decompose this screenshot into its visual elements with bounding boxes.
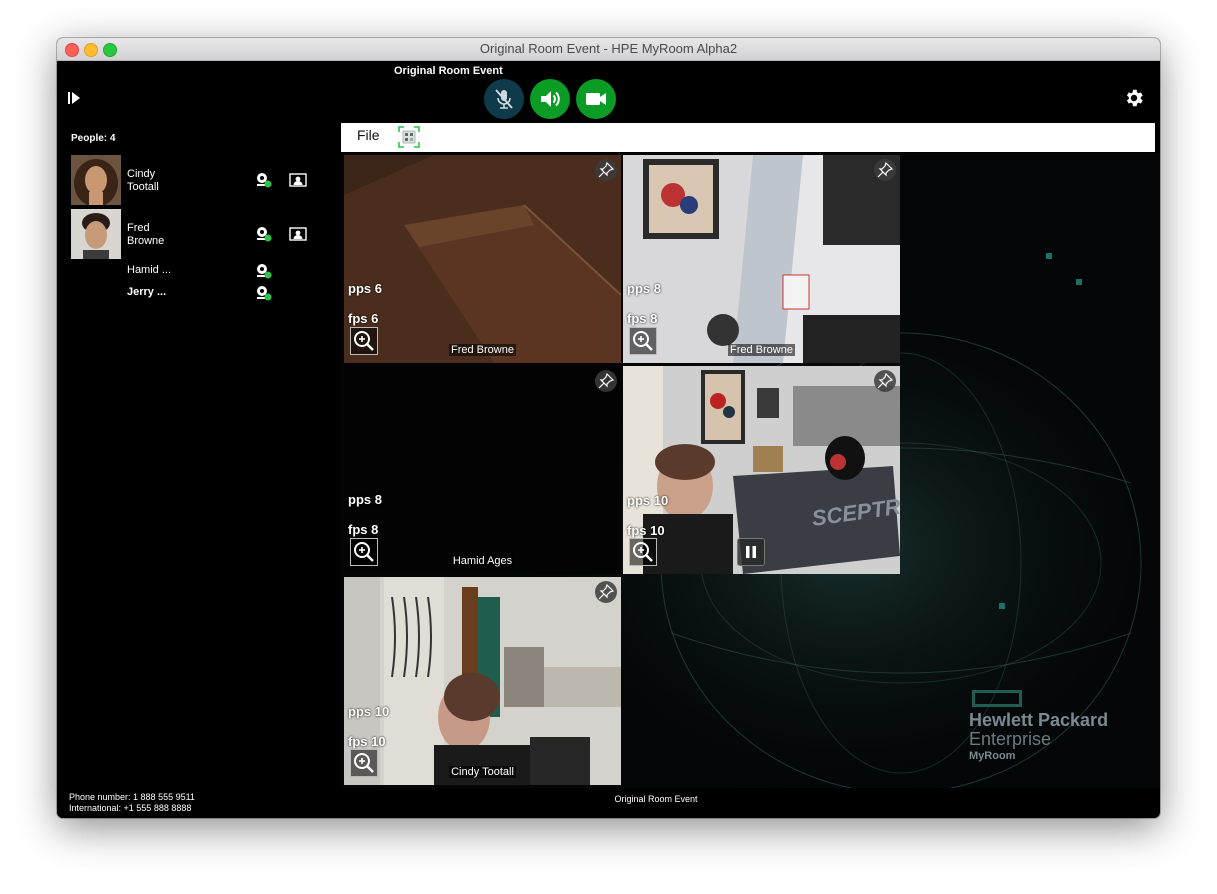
video-feed	[344, 155, 621, 363]
camera-toggle-button[interactable]	[576, 79, 616, 119]
fps-stat: fps 6	[348, 311, 379, 326]
app-window: Original Room Event - HPE MyRoom Alpha2 …	[57, 38, 1160, 818]
pin-button[interactable]	[595, 370, 617, 392]
contact-card-icon[interactable]	[289, 227, 307, 241]
microphone-toggle-button[interactable]	[484, 79, 524, 119]
tile-name-label: Hamid Ages	[450, 555, 515, 567]
microphone-muted-icon	[495, 89, 513, 109]
video-feed	[344, 577, 621, 785]
menu-bar: File	[341, 123, 1155, 152]
title-bar: Original Room Event - HPE MyRoom Alpha2	[57, 38, 1160, 61]
dial-in-info: Phone number: 1 888 555 9511 Internation…	[69, 792, 195, 814]
participant-name: Jerry ...	[127, 286, 167, 298]
pps-stat: pps 8	[348, 492, 382, 507]
video-tile[interactable]: pps 8 fps 8 Hamid Ages	[344, 366, 621, 574]
pin-icon	[598, 372, 615, 389]
expand-sidebar-icon[interactable]	[66, 90, 82, 106]
file-menu[interactable]: File	[357, 127, 380, 143]
webcam-icon[interactable]	[255, 226, 273, 242]
pin-button[interactable]	[595, 159, 617, 181]
zoom-in-button[interactable]	[629, 538, 657, 566]
pin-button[interactable]	[874, 370, 896, 392]
tile-name-label: Cindy Tootall	[449, 766, 516, 778]
fps-stat: fps 8	[627, 311, 658, 326]
pin-icon	[877, 372, 894, 389]
video-tile[interactable]: pps 8 fps 8 Fred Browne	[623, 155, 900, 363]
video-feed	[623, 155, 900, 363]
scan-qr-icon[interactable]	[397, 125, 421, 149]
pin-icon	[877, 161, 894, 178]
hpe-element-icon	[972, 690, 1022, 707]
international-number: International: +1 555 888 8888	[69, 803, 192, 813]
webcam-icon[interactable]	[255, 285, 273, 301]
phone-number: Phone number: 1 888 555 9511	[69, 792, 195, 802]
avatar	[71, 155, 121, 205]
speaker-toggle-button[interactable]	[530, 79, 570, 119]
video-feed	[344, 366, 621, 574]
video-tile[interactable]: pps 6 fps 6 Fred Browne	[344, 155, 621, 363]
pin-icon	[598, 583, 615, 600]
fps-stat: fps 8	[348, 522, 379, 537]
pause-icon	[746, 546, 756, 558]
pps-stat: pps 8	[627, 281, 661, 296]
avatar	[71, 209, 121, 259]
participant-name: Cindy Tootall	[127, 168, 159, 193]
participant-name: Hamid ...	[127, 264, 172, 276]
fps-stat: fps 10	[348, 734, 386, 749]
video-stage: pps 6 fps 6 Fred Browne pps 8 fps 8 Fred…	[341, 153, 1160, 788]
webcam-icon[interactable]	[255, 172, 273, 188]
pps-stat: pps 10	[627, 493, 669, 508]
pin-button[interactable]	[595, 581, 617, 603]
people-sidebar: People: 4 Cindy Tootall Fred Browne Hami…	[57, 120, 341, 818]
pin-icon	[598, 161, 615, 178]
zoom-in-icon	[633, 542, 653, 562]
footer-event-title: Original Room Event	[614, 794, 698, 804]
hpe-myroom-logo: Hewlett Packard Enterprise MyRoom	[969, 690, 1108, 762]
pause-button[interactable]	[737, 538, 765, 566]
people-count: People: 4	[71, 133, 116, 144]
webcam-icon[interactable]	[255, 263, 273, 279]
participant-name: Fred Browne	[127, 222, 165, 247]
video-camera-icon	[586, 93, 606, 105]
speaker-icon	[541, 91, 560, 107]
pps-stat: pps 10	[348, 704, 390, 719]
pps-stat: pps 6	[348, 281, 382, 296]
video-tile[interactable]: pps 10 fps 10 Cindy Tootall	[344, 577, 621, 785]
pin-button[interactable]	[874, 159, 896, 181]
settings-gear-icon[interactable]	[1123, 87, 1145, 109]
event-title: Original Room Event	[394, 65, 503, 77]
window-title: Original Room Event - HPE MyRoom Alpha2	[479, 41, 738, 56]
tile-name-label: Fred Browne	[449, 344, 516, 356]
fps-stat: fps 10	[627, 523, 665, 538]
video-tile-active[interactable]: SCEPTRE pps 10 fps 10	[623, 366, 900, 574]
tile-name-label: Fred Browne	[728, 344, 795, 356]
contact-card-icon[interactable]	[289, 173, 307, 187]
